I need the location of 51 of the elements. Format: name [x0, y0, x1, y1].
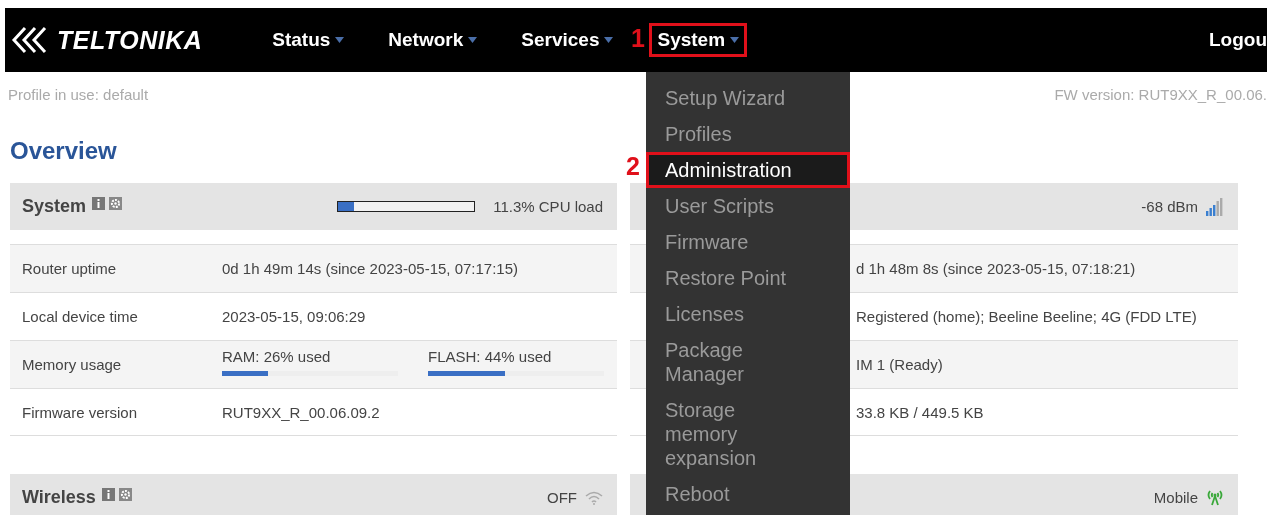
cpu-load-text: 11.3% CPU load — [493, 198, 603, 215]
nav-menu-item[interactable]: Status — [264, 23, 353, 57]
panel-title: Wireless — [22, 487, 96, 508]
nav-menu-item[interactable]: Services — [513, 23, 622, 57]
menu-item[interactable]: Storage memory expansion — [646, 392, 850, 476]
signal-bars-icon — [1206, 197, 1224, 216]
nav-menu-item[interactable]: System — [649, 23, 748, 57]
row-value: d 1h 48m 8s (since 2023-05-15, 07:18:21) — [856, 260, 1136, 277]
annotation-number: 1 — [631, 24, 645, 53]
wifi-icon — [585, 490, 603, 505]
info-icon[interactable] — [92, 197, 106, 210]
row-label: Local device time — [21, 308, 139, 325]
row-value: IM 1 (Ready) — [856, 356, 943, 373]
menu-item[interactable]: Setup Wizard — [646, 80, 850, 116]
row-value: 2023-05-15, 09:06:29 — [222, 308, 366, 325]
wan-status: Mobile — [1153, 489, 1198, 506]
antenna-icon — [1206, 489, 1224, 506]
panel-title: System — [22, 196, 87, 217]
menu-item[interactable]: Package Manager — [646, 332, 850, 392]
row-value: 0d 1h 49m 14s (since 2023-05-15, 07:17:15) — [222, 260, 519, 277]
info-icon[interactable] — [101, 488, 115, 501]
memory-usage-text: FLASH: 44% used — [428, 347, 553, 365]
row-label: Firmware version — [21, 403, 139, 421]
menu-item[interactable]: Licenses — [646, 296, 850, 332]
logo[interactable]: TELTONIKA — [57, 25, 203, 55]
annotation-number: 2 — [626, 152, 640, 181]
row-label: Memory usage — [21, 356, 123, 373]
caret-icon — [468, 37, 478, 43]
profile-text: Profile in use: default — [8, 86, 149, 104]
memory-usage-text: RAM: 26% used — [222, 347, 332, 365]
menu-item[interactable]: Profiles — [646, 116, 850, 152]
menu-item[interactable]: Administration — [646, 152, 850, 188]
settings-icon[interactable] — [109, 197, 123, 210]
caret-icon — [335, 37, 345, 43]
caret-icon — [730, 37, 740, 43]
page-title: Overview — [10, 138, 118, 164]
menu-item[interactable]: Reboot — [646, 476, 850, 512]
menu-item[interactable]: Restore Point — [646, 260, 850, 296]
row-label: Router uptime — [21, 260, 118, 277]
logout-link[interactable]: Logou — [1208, 29, 1267, 51]
caret-icon — [604, 37, 614, 43]
row-value: Registered (home); Beeline Beeline; 4G (FDD LTE) — [856, 308, 1197, 325]
fw-version-text: FW version: RUT9XX_R_00.06. — [1054, 86, 1267, 104]
wireless-status: OFF — [547, 489, 577, 506]
settings-icon[interactable] — [118, 488, 132, 501]
nav-menu-item[interactable]: Network — [380, 23, 486, 57]
row-value: RUT9XX_R_00.06.09.2 — [222, 403, 380, 421]
row-value: 33.8 KB / 449.5 KB — [856, 403, 984, 421]
menu-item[interactable]: User Scripts — [646, 188, 850, 224]
signal-strength-text: -68 dBm — [1141, 198, 1198, 215]
menu-item[interactable]: Firmware — [646, 224, 850, 260]
